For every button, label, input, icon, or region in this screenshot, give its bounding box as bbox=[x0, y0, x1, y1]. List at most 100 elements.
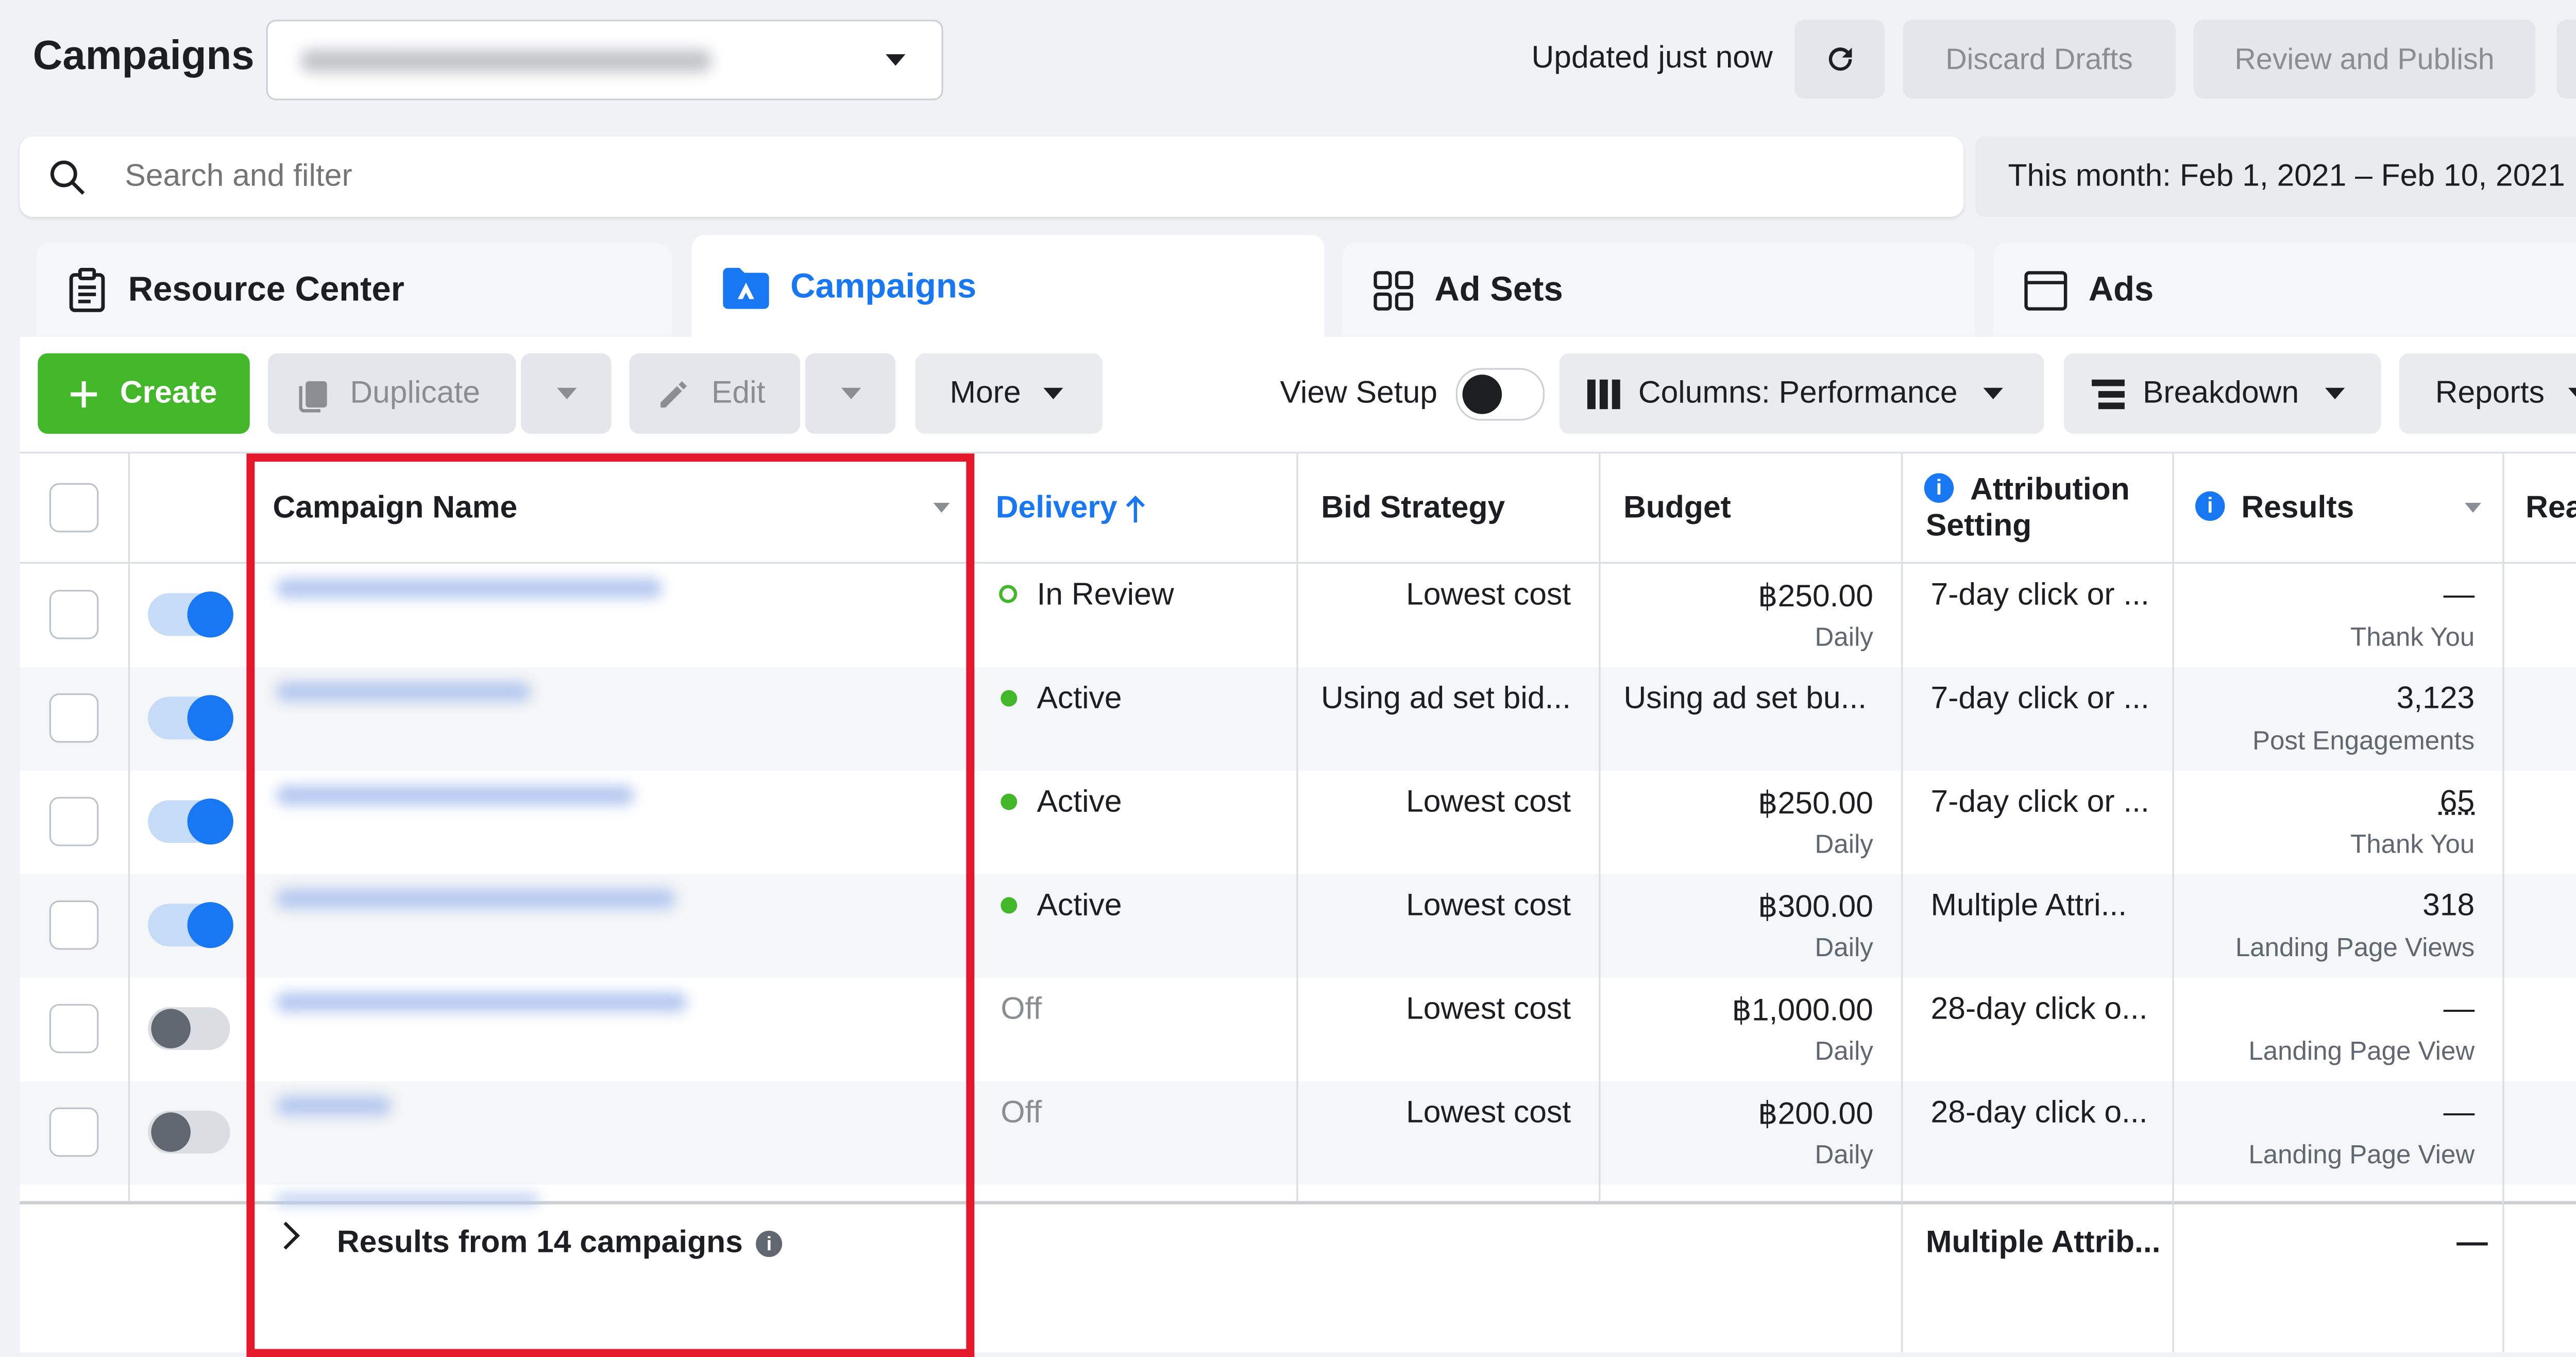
select-all-checkbox[interactable] bbox=[49, 483, 99, 533]
chevron-down-icon bbox=[2567, 387, 2576, 400]
results-type: Thank You bbox=[2350, 831, 2475, 860]
duplicate-icon bbox=[299, 380, 327, 412]
budget-value: Using ad set bu... bbox=[1623, 682, 1867, 717]
col-header-bid-strategy[interactable]: Bid Strategy bbox=[1321, 491, 1505, 528]
budget-period: Daily bbox=[1815, 935, 1873, 963]
edit-button[interactable]: Edit bbox=[629, 353, 801, 434]
breakdown-icon bbox=[2092, 379, 2125, 409]
more-header-button[interactable] bbox=[2556, 20, 2576, 99]
col-header-attribution-line2: Setting bbox=[1925, 509, 2032, 544]
reports-button[interactable]: Reports bbox=[2399, 353, 2576, 434]
col-header-attribution[interactable]: Attribution bbox=[1970, 473, 2130, 510]
edit-dropdown-button[interactable] bbox=[805, 353, 896, 434]
attribution-setting: 7-day click or ... bbox=[1930, 578, 2149, 613]
budget-value: ฿300.00 bbox=[1758, 890, 1873, 925]
tab-resource-center[interactable]: Resource Center bbox=[36, 243, 672, 339]
attribution-setting: 28-day click o... bbox=[1930, 992, 2148, 1027]
col-sep bbox=[1599, 453, 1601, 1201]
create-button[interactable]: Create bbox=[38, 353, 250, 434]
row-checkbox[interactable] bbox=[49, 1107, 99, 1157]
breakdown-button[interactable]: Breakdown bbox=[2063, 353, 2381, 434]
columns-button[interactable]: Columns: Performance bbox=[1559, 353, 2044, 434]
chevron-down-icon bbox=[1984, 387, 2004, 400]
col-header-reach[interactable]: Rea bbox=[2526, 491, 2576, 528]
delivery-status: Active bbox=[1037, 785, 1122, 820]
toggle-knob bbox=[151, 1112, 191, 1152]
chevron-down-icon bbox=[2325, 387, 2345, 400]
duplicate-dropdown-button[interactable] bbox=[521, 353, 612, 434]
col-header-delivery[interactable]: Delivery bbox=[996, 491, 1147, 528]
campaign-toggle[interactable] bbox=[148, 1111, 230, 1154]
budget-value: ฿200.00 bbox=[1758, 1097, 1873, 1132]
results-value: — bbox=[2443, 992, 2475, 1027]
columns-label: Columns: Performance bbox=[1638, 375, 1958, 410]
tab-label: Ad Sets bbox=[1434, 271, 1563, 309]
campaign-toggle[interactable] bbox=[148, 902, 233, 948]
campaign-toggle[interactable] bbox=[148, 1007, 230, 1050]
chevron-down-icon bbox=[1044, 387, 1064, 400]
duplicate-button[interactable]: Duplicate bbox=[267, 353, 516, 434]
account-select[interactable] bbox=[266, 20, 943, 100]
search-input[interactable] bbox=[122, 152, 1114, 202]
campaign-toggle[interactable] bbox=[148, 591, 233, 638]
tab-ad-sets[interactable]: Ad Sets bbox=[1342, 243, 1975, 339]
search-icon bbox=[50, 160, 85, 195]
updated-status: Updated just now bbox=[1531, 41, 1773, 76]
toggle-knob bbox=[187, 902, 233, 948]
view-setup-toggle[interactable] bbox=[1455, 368, 1545, 421]
bid-strategy: Using ad set bid... bbox=[1320, 682, 1571, 717]
col-header-budget[interactable]: Budget bbox=[1623, 491, 1731, 528]
ad-window-icon bbox=[2024, 271, 2067, 311]
bid-strategy: Lowest cost bbox=[1406, 992, 1571, 1027]
duplicate-label: Duplicate bbox=[350, 375, 481, 410]
active-status-dot bbox=[1001, 793, 1018, 810]
row-checkbox[interactable] bbox=[49, 693, 99, 743]
budget-value: ฿250.00 bbox=[1758, 787, 1873, 822]
col-sep bbox=[1901, 453, 1903, 1352]
columns-icon bbox=[1587, 379, 1620, 409]
edit-label: Edit bbox=[711, 375, 766, 410]
pencil-icon bbox=[660, 380, 687, 407]
row-checkbox[interactable] bbox=[49, 1004, 99, 1054]
view-setup-label: View Setup bbox=[1280, 376, 1438, 411]
more-label: More bbox=[950, 375, 1021, 410]
toggle-knob bbox=[187, 591, 233, 638]
more-button[interactable]: More bbox=[915, 353, 1103, 434]
tab-label: Ads bbox=[2088, 271, 2154, 309]
create-label: Create bbox=[120, 375, 217, 410]
budget-period: Daily bbox=[1815, 831, 1873, 860]
discard-drafts-button[interactable]: Discard Drafts bbox=[1903, 20, 2176, 99]
in-review-status-icon bbox=[999, 585, 1018, 603]
attribution-setting: 7-day click or ... bbox=[1930, 682, 2149, 717]
results-type: Landing Page View bbox=[2248, 1038, 2475, 1066]
toggle-knob bbox=[187, 799, 233, 845]
tab-campaigns[interactable]: Campaigns bbox=[691, 235, 1325, 339]
budget-period: Daily bbox=[1815, 1142, 1873, 1170]
bid-strategy: Lowest cost bbox=[1406, 785, 1571, 820]
results-value[interactable]: 65 bbox=[2172, 786, 2475, 822]
attribution-setting: 28-day click o... bbox=[1930, 1096, 2148, 1131]
grid-icon bbox=[1374, 271, 1413, 311]
results-value: — bbox=[2443, 578, 2475, 613]
campaign-toggle[interactable] bbox=[148, 799, 233, 845]
info-icon[interactable]: i bbox=[2195, 491, 2225, 521]
chevron-down-icon bbox=[840, 387, 860, 400]
date-range-button[interactable]: This month: Feb 1, 2021 – Feb 10, 2021 bbox=[1975, 136, 2576, 217]
refresh-button[interactable] bbox=[1794, 20, 1885, 99]
toggle-knob bbox=[151, 1009, 191, 1048]
row-checkbox[interactable] bbox=[49, 589, 99, 639]
bid-strategy: Lowest cost bbox=[1406, 889, 1571, 924]
refresh-icon bbox=[1828, 47, 1851, 71]
arrow-up-icon bbox=[1126, 495, 1145, 523]
row-checkbox[interactable] bbox=[49, 900, 99, 950]
clipboard-icon bbox=[69, 267, 105, 312]
results-value: — bbox=[2443, 1096, 2475, 1131]
col-header-results[interactable]: Results bbox=[2241, 491, 2354, 528]
row-checkbox[interactable] bbox=[49, 796, 99, 846]
review-publish-button[interactable]: Review and Publish bbox=[2193, 20, 2536, 99]
tab-ads[interactable]: Ads bbox=[1993, 243, 2576, 339]
info-icon[interactable]: i bbox=[1924, 473, 1954, 503]
search-bar[interactable] bbox=[20, 136, 1964, 217]
account-name-blurred bbox=[300, 49, 712, 73]
campaign-toggle[interactable] bbox=[148, 695, 233, 741]
